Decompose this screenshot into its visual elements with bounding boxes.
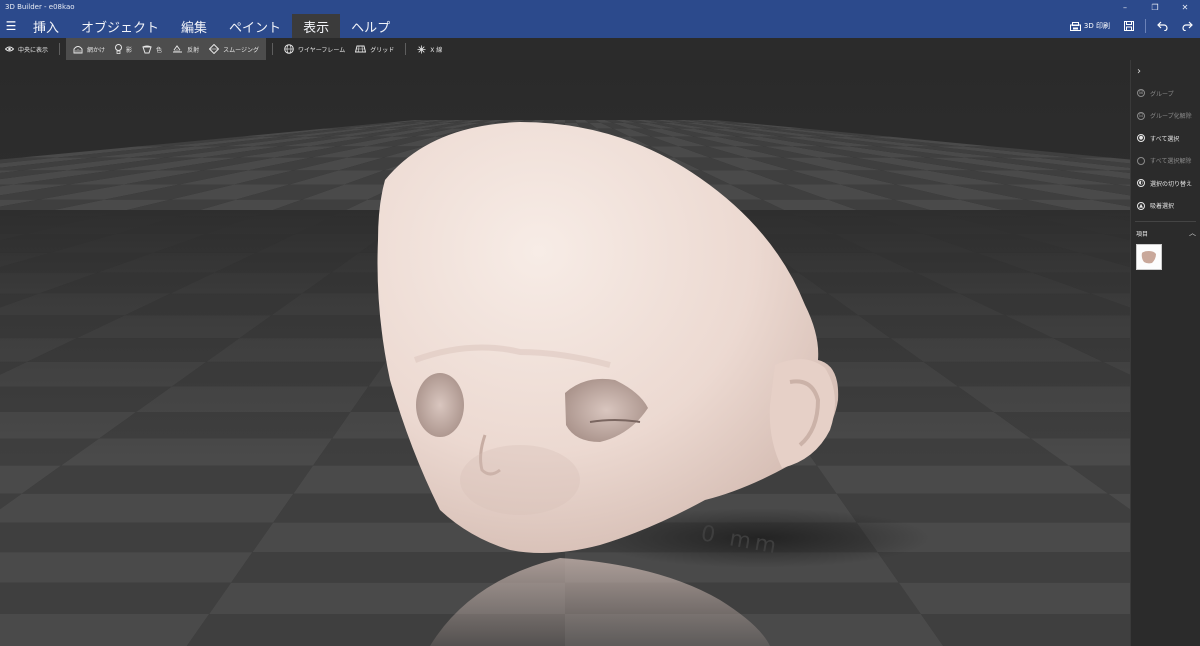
3d-print-label: 3D 印刷 bbox=[1083, 22, 1110, 30]
printer-icon bbox=[1069, 21, 1081, 31]
shadow-label: 影 bbox=[126, 46, 133, 54]
toolbar-divider bbox=[271, 43, 273, 55]
globe-icon bbox=[284, 44, 294, 54]
ungroup-icon: ⊟ bbox=[1137, 111, 1145, 120]
tab-paint[interactable]: ペイント bbox=[218, 14, 292, 38]
toggle-selection-icon: ◐ bbox=[1137, 179, 1145, 188]
group-button[interactable]: ⊞ グループ bbox=[1131, 82, 1200, 105]
view-toolbar: 中央に表示 網かけ 影 色 反射 スムージング ワイヤーフレーム グリッド X … bbox=[0, 38, 1200, 60]
tab-edit[interactable]: 編集 bbox=[170, 14, 218, 38]
magnet-select-button[interactable]: ▲ 吸着選択 bbox=[1131, 195, 1200, 218]
menubar-divider bbox=[1145, 19, 1146, 33]
redo-button[interactable] bbox=[1175, 14, 1200, 38]
redo-icon bbox=[1182, 21, 1193, 31]
select-all-label: すべて選択 bbox=[1150, 135, 1180, 143]
toolbar-divider bbox=[59, 43, 61, 55]
shading-icon bbox=[73, 45, 83, 54]
center-view-label: 中央に表示 bbox=[18, 46, 49, 54]
deselect-all-label: すべて選択解除 bbox=[1150, 158, 1192, 166]
selection-panel: › ⊞ グループ ⊟ グループ化解除 ● すべて選択 すべて選択解除 ◐ 選択の… bbox=[1130, 60, 1200, 646]
reflection-toggle[interactable]: 反射 bbox=[167, 38, 204, 60]
wireframe-label: ワイヤーフレーム bbox=[297, 46, 346, 54]
wireframe-toggle[interactable]: ワイヤーフレーム bbox=[279, 38, 350, 60]
grid-toggle[interactable]: グリッド bbox=[350, 38, 399, 60]
menu-bar: ☰ 挿入 オブジェクト 編集 ペイント 表示 ヘルプ 3D 印刷 bbox=[0, 14, 1200, 38]
deselect-all-icon bbox=[1137, 156, 1145, 165]
render-options-group: 網かけ 影 色 反射 スムージング bbox=[66, 38, 266, 60]
shadow-toggle[interactable]: 影 bbox=[110, 38, 137, 60]
color-label: 色 bbox=[156, 46, 163, 54]
select-all-icon: ● bbox=[1137, 134, 1145, 143]
toolbar-divider bbox=[405, 43, 407, 55]
color-toggle[interactable]: 色 bbox=[137, 38, 167, 60]
shading-label: 網かけ bbox=[87, 46, 106, 54]
maximize-button[interactable]: ❐ bbox=[1140, 0, 1170, 14]
center-view-button[interactable]: 中央に表示 bbox=[0, 38, 53, 60]
ungroup-button[interactable]: ⊟ グループ化解除 bbox=[1131, 105, 1200, 128]
window-title: 3D Builder - e08kao bbox=[5, 3, 75, 11]
deselect-all-button[interactable]: すべて選択解除 bbox=[1131, 150, 1200, 173]
lightbulb-icon bbox=[115, 44, 123, 54]
undo-button[interactable] bbox=[1150, 14, 1175, 38]
tab-view[interactable]: 表示 bbox=[292, 14, 341, 38]
title-bar: 3D Builder - e08kao – ❐ ✕ bbox=[0, 0, 1200, 14]
smoothing-icon bbox=[209, 44, 220, 54]
hamburger-menu-icon[interactable]: ☰ bbox=[0, 14, 22, 38]
smoothing-toggle[interactable]: スムージング bbox=[204, 38, 264, 60]
close-button[interactable]: ✕ bbox=[1170, 0, 1200, 14]
save-button[interactable] bbox=[1117, 14, 1141, 38]
magnet-select-icon: ▲ bbox=[1137, 201, 1145, 210]
collapse-panel-chevron-icon[interactable]: › bbox=[1131, 60, 1200, 82]
magnet-select-label: 吸着選択 bbox=[1150, 203, 1175, 211]
objects-section-header[interactable]: 項目 ︿ bbox=[1131, 226, 1200, 240]
shading-toggle[interactable]: 網かけ bbox=[68, 38, 110, 60]
smoothing-label: スムージング bbox=[223, 46, 259, 54]
paint-bucket-icon bbox=[142, 45, 152, 54]
minimize-button[interactable]: – bbox=[1110, 0, 1140, 14]
tab-insert[interactable]: 挿入 bbox=[22, 14, 70, 38]
ungroup-label: グループ化解除 bbox=[1150, 113, 1192, 121]
xray-label: X 線 bbox=[430, 46, 443, 54]
head-thumbnail-icon bbox=[1141, 250, 1156, 263]
tab-help[interactable]: ヘルプ bbox=[340, 14, 401, 38]
objects-section-title: 項目 bbox=[1136, 230, 1149, 238]
3d-print-button[interactable]: 3D 印刷 bbox=[1063, 14, 1117, 38]
group-label: グループ bbox=[1150, 90, 1174, 98]
menubar-actions: 3D 印刷 bbox=[1063, 14, 1200, 38]
chevron-up-icon: ︿ bbox=[1189, 229, 1196, 237]
reflection-icon bbox=[172, 45, 183, 53]
xray-toggle[interactable]: X 線 bbox=[412, 38, 447, 60]
tab-object[interactable]: オブジェクト bbox=[70, 14, 170, 38]
grid-label: グリッド bbox=[370, 46, 395, 54]
3d-viewport[interactable]: 0 mm bbox=[0, 60, 1130, 646]
window-controls: – ❐ ✕ bbox=[1110, 0, 1200, 14]
object-thumbnail[interactable] bbox=[1136, 244, 1162, 270]
save-icon bbox=[1124, 21, 1134, 31]
reflection-label: 反射 bbox=[187, 46, 200, 54]
undo-icon bbox=[1157, 21, 1168, 31]
eye-icon bbox=[5, 46, 14, 52]
panel-divider bbox=[1135, 221, 1196, 222]
app-window: 3D Builder - e08kao – ❐ ✕ ☰ 挿入 オブジェクト 編集… bbox=[0, 0, 1200, 646]
toggle-selection-label: 選択の切り替え bbox=[1150, 180, 1193, 188]
group-icon: ⊞ bbox=[1137, 89, 1145, 98]
grid-icon bbox=[355, 45, 367, 53]
select-all-button[interactable]: ● すべて選択 bbox=[1131, 127, 1200, 150]
xray-icon bbox=[417, 45, 426, 54]
scene-canvas: 0 mm bbox=[0, 60, 1130, 646]
toggle-selection-button[interactable]: ◐ 選択の切り替え bbox=[1131, 172, 1200, 195]
